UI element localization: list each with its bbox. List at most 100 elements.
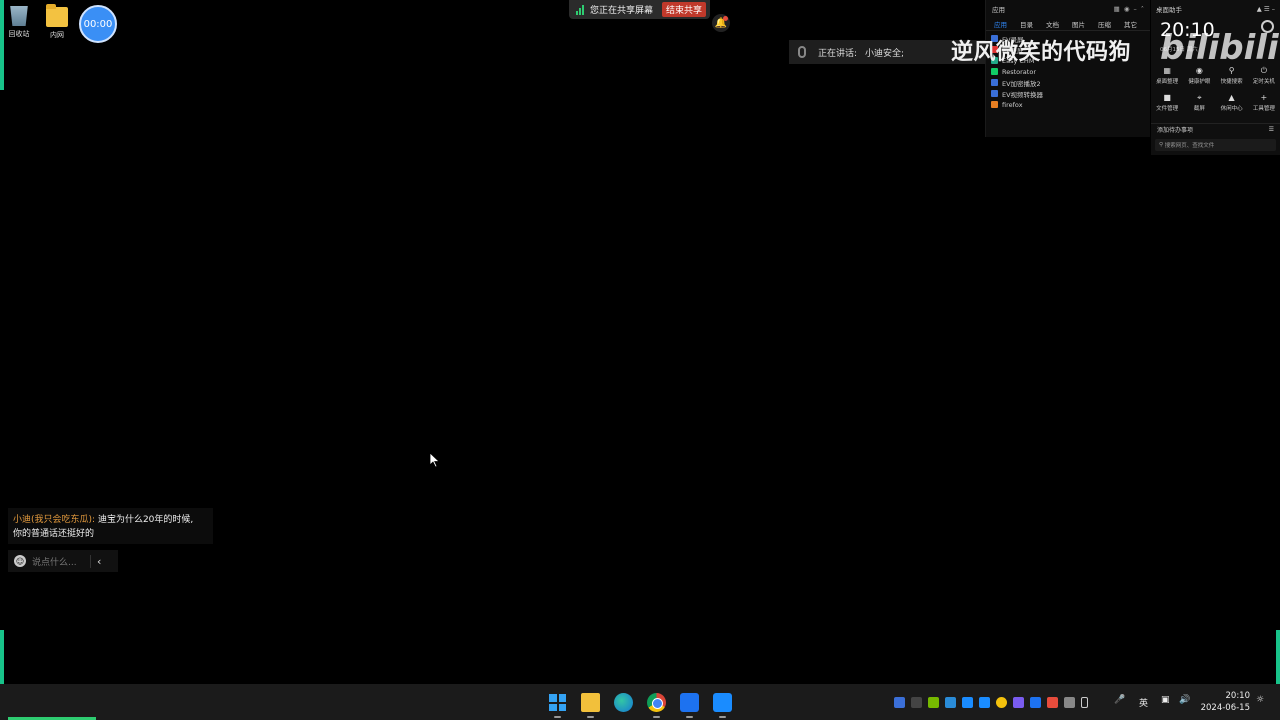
tray-app-icon[interactable] bbox=[911, 696, 922, 708]
signal-icon bbox=[576, 4, 584, 15]
list-item[interactable]: EV视频转换器 bbox=[991, 88, 1145, 99]
tab-documents[interactable]: 文档 bbox=[1046, 19, 1059, 29]
recording-timer[interactable]: 00:00 bbox=[79, 5, 117, 43]
tool-manage[interactable]: + 工具管理 bbox=[1248, 93, 1280, 112]
list-item[interactable]: firefox bbox=[991, 99, 1145, 110]
tool-label: 健康护眼 bbox=[1188, 79, 1211, 85]
app-icon bbox=[991, 79, 998, 86]
share-status: 您正在共享屏幕 bbox=[590, 6, 654, 16]
tab-apps[interactable]: 应用 bbox=[994, 19, 1007, 29]
volume-icon[interactable]: 🔊 bbox=[1179, 695, 1190, 705]
chrome-tray-icon[interactable] bbox=[996, 696, 1007, 708]
corner-marker-bottom-left bbox=[0, 630, 4, 690]
desktop-icon-recycle-bin[interactable]: 回收站 bbox=[2, 6, 36, 39]
apps-tabs: 应用 目录 文档 图片 压缩 其它 bbox=[986, 17, 1150, 31]
speaker-name: 小迪安全; bbox=[865, 48, 905, 59]
taskbar-clock[interactable]: 20:10 2024-06-15 bbox=[1200, 690, 1250, 714]
bilibili-logo: bilibili bbox=[1160, 28, 1279, 68]
taskbar-date: 2024-06-15 bbox=[1200, 703, 1250, 713]
assistant-title: 桌面助手 bbox=[1156, 5, 1182, 14]
tray-app-icon[interactable] bbox=[1047, 696, 1058, 708]
desktop-icon-label: 回收站 bbox=[8, 30, 30, 38]
list-icon[interactable]: ☰ bbox=[1269, 126, 1274, 133]
desktop-icon-folder[interactable]: 内网 bbox=[40, 4, 74, 40]
emoji-icon[interactable]: ☺ bbox=[14, 555, 26, 567]
tool-file-manager[interactable]: ■ 文件管理 bbox=[1151, 93, 1183, 112]
tool-label: 桌面整理 bbox=[1156, 79, 1179, 85]
search-placeholder: 搜索网页、查找文件 bbox=[1164, 143, 1215, 149]
start-tile bbox=[549, 703, 557, 711]
chat-message: 小迪(我只会吃东瓜): 迪宝为什么20年的时候, 你的普通话还挺好的 bbox=[8, 508, 213, 544]
screen-share-bar: 您正在共享屏幕 结束共享 bbox=[569, 0, 710, 19]
tool-label: 文件管理 bbox=[1156, 106, 1179, 112]
file-explorer-icon[interactable] bbox=[581, 693, 600, 718]
edge-browser-icon[interactable] bbox=[614, 693, 633, 712]
tray-app-icon[interactable] bbox=[1013, 696, 1024, 708]
stop-sharing-button[interactable]: 结束共享 bbox=[661, 2, 706, 17]
assistant-search-input[interactable]: ⚲ 搜索网页、查找文件 bbox=[1155, 139, 1276, 151]
corner-marker-bottom-right bbox=[1276, 630, 1280, 690]
uploader-watermark: 逆风微笑的代码狗 bbox=[951, 40, 1132, 65]
tab-directory[interactable]: 目录 bbox=[1020, 19, 1033, 29]
desktop-assistant-panel: 桌面助手 ▲ ☰ – 20:10 06月15日 周六 ▦ 桌面整理 ◉ 健康护眼 ⚲… bbox=[1151, 0, 1280, 155]
tool-label: 截屏 bbox=[1193, 106, 1205, 112]
minimize-icon[interactable]: – bbox=[1134, 5, 1137, 13]
collapse-chevron-icon[interactable]: ‹ bbox=[90, 554, 101, 568]
app-icon bbox=[991, 68, 998, 75]
recycle-bin-icon bbox=[10, 6, 28, 26]
chat-input-bar: ☺ 说点什么... ‹ bbox=[8, 550, 118, 572]
taskbar: 🎤 英 ▣ 🔊 20:10 2024-06-15 ☼ bbox=[0, 684, 1280, 720]
shield-tray-icon[interactable] bbox=[894, 696, 905, 708]
add-todo[interactable]: 添加待办事项 ☰ bbox=[1151, 123, 1280, 135]
meeting-app-icon[interactable] bbox=[713, 693, 732, 718]
battery-icon[interactable] bbox=[1081, 696, 1088, 708]
network-icon[interactable]: ▣ bbox=[1161, 695, 1170, 705]
grid-icon[interactable]: ▦ bbox=[1114, 5, 1120, 13]
tool-label: 休闲中心 bbox=[1220, 106, 1243, 112]
app-label: Restorator bbox=[1002, 67, 1036, 76]
app-icon bbox=[991, 90, 998, 97]
taskbar-app-cross-icon[interactable] bbox=[680, 693, 699, 718]
chat-text-line2: 你的普通话还挺好的 bbox=[13, 529, 95, 539]
chat-input[interactable]: 说点什么... bbox=[32, 555, 90, 568]
chat-text-line1: 迪宝为什么20年的时候, bbox=[97, 515, 194, 525]
notification-center-icon[interactable]: ☼ bbox=[1256, 695, 1264, 705]
apps-panel-title: 应用 bbox=[992, 5, 1005, 14]
list-item[interactable]: EV加密播放2 bbox=[991, 77, 1145, 88]
app-label: EV视频转换器 bbox=[1002, 90, 1044, 99]
notification-bell-icon[interactable]: 🔔 bbox=[712, 14, 730, 32]
tool-leisure[interactable]: ▲ 休闲中心 bbox=[1216, 93, 1248, 112]
list-item[interactable]: Restorator bbox=[991, 66, 1145, 77]
lock-icon[interactable]: ◉ bbox=[1124, 5, 1130, 13]
plus-icon: + bbox=[1260, 93, 1268, 102]
timer-value: 00:00 bbox=[83, 18, 113, 30]
microphone-icon bbox=[798, 46, 806, 58]
tray-app-icon[interactable] bbox=[945, 696, 956, 708]
tool-eye-care[interactable]: ◉ 健康护眼 bbox=[1183, 66, 1215, 85]
tab-archives[interactable]: 压缩 bbox=[1098, 19, 1111, 29]
start-menu-button[interactable] bbox=[548, 693, 567, 718]
tab-images[interactable]: 图片 bbox=[1072, 19, 1085, 29]
tray-app-icon[interactable] bbox=[1064, 696, 1075, 708]
microphone-tray-icon[interactable]: 🎤 bbox=[1114, 695, 1125, 705]
tray-app-icon[interactable] bbox=[1030, 696, 1041, 708]
chat-user: 小迪(我只会吃东瓜): bbox=[13, 515, 96, 525]
tray-app-icon[interactable] bbox=[962, 696, 973, 708]
desktop-icon-label: 内网 bbox=[50, 31, 64, 39]
tray-app-icon[interactable] bbox=[979, 696, 990, 708]
tool-quick-search[interactable]: ⚲ 快捷搜索 bbox=[1216, 66, 1248, 85]
app-label: EV加密播放2 bbox=[1002, 79, 1041, 88]
tool-desktop-organize[interactable]: ▦ 桌面整理 bbox=[1151, 66, 1183, 85]
tab-other[interactable]: 其它 bbox=[1124, 19, 1137, 29]
folder-icon bbox=[46, 4, 68, 27]
tool-screenshot[interactable]: ⌖ 截屏 bbox=[1183, 93, 1215, 112]
nvidia-tray-icon[interactable] bbox=[928, 696, 939, 708]
assistant-controls[interactable]: ▲ ☰ – bbox=[1257, 5, 1275, 13]
app-label: firefox bbox=[1002, 100, 1023, 109]
tool-shutdown-timer[interactable]: ⏻ 定时关机 bbox=[1248, 66, 1280, 85]
input-method-indicator[interactable]: 英 bbox=[1139, 696, 1148, 709]
taskbar-time: 20:10 bbox=[1225, 691, 1251, 701]
collapse-icon[interactable]: ˄ bbox=[1141, 5, 1144, 13]
tool-label: 快捷搜索 bbox=[1220, 79, 1243, 85]
chrome-browser-icon[interactable] bbox=[647, 693, 666, 718]
